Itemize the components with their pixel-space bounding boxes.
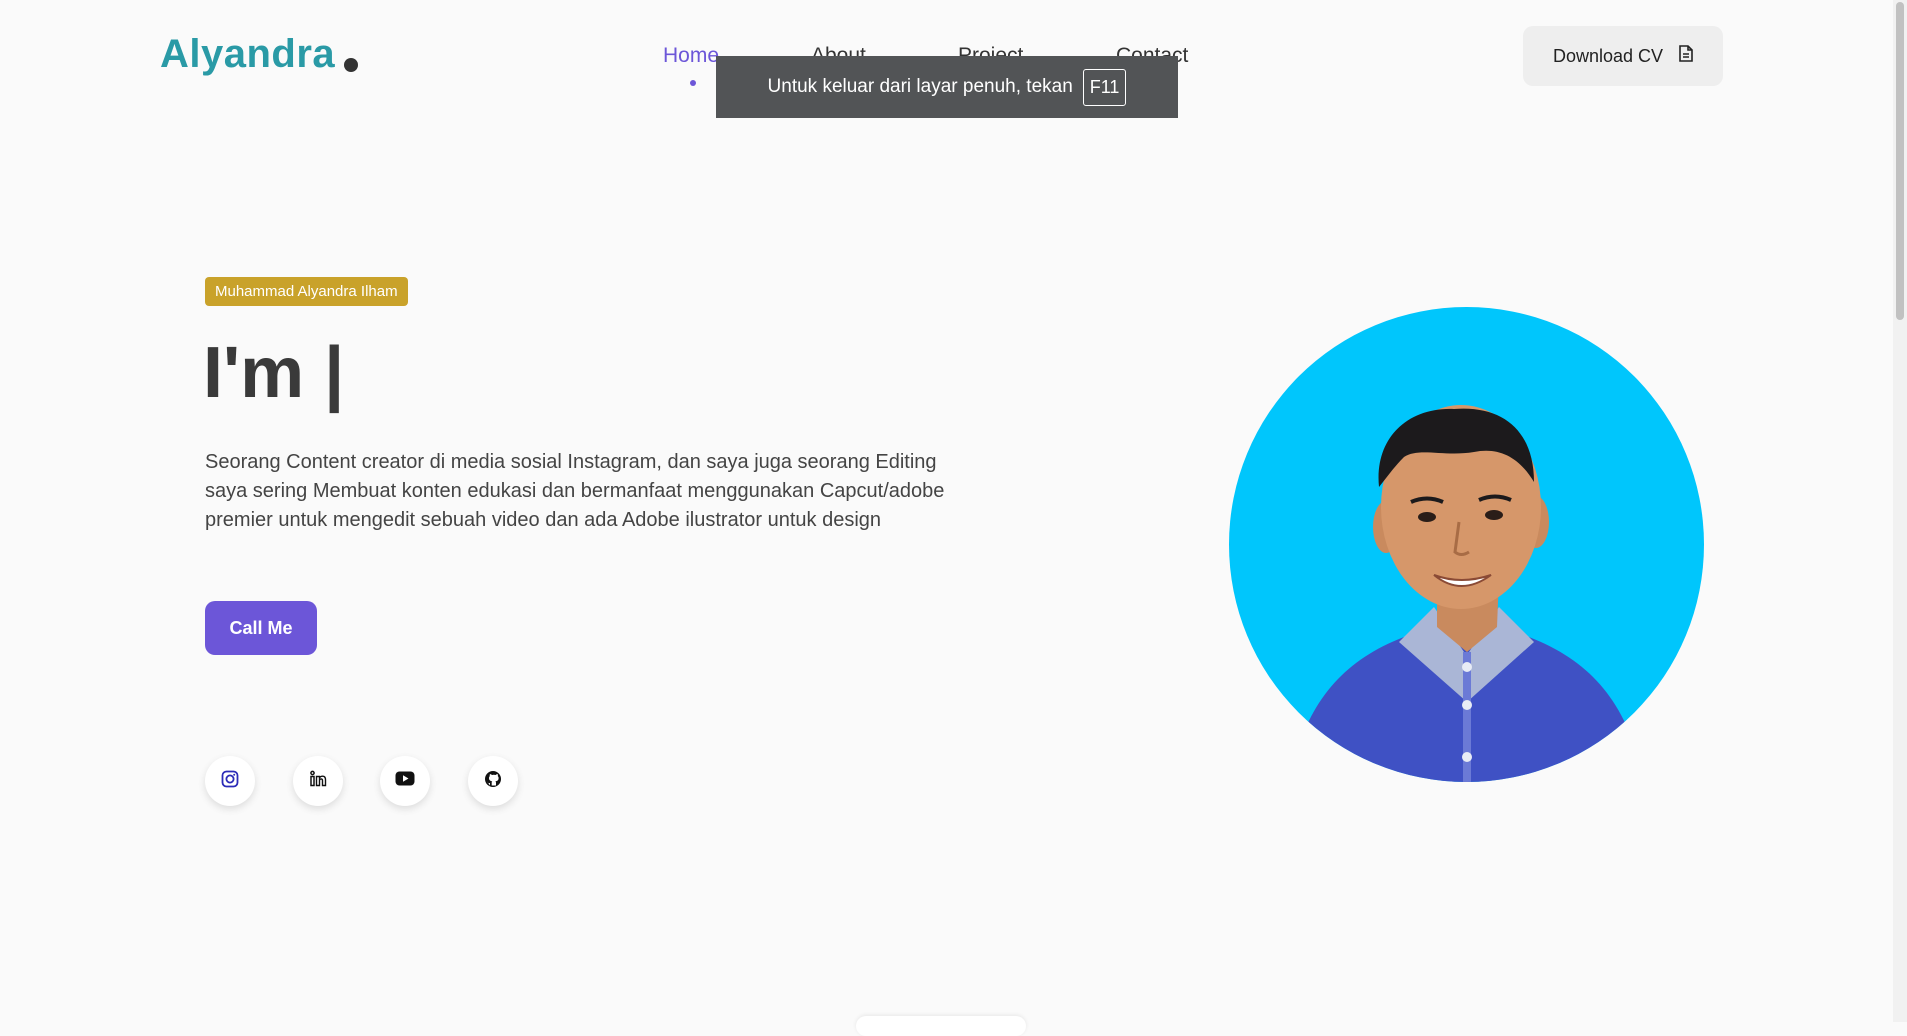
scroll-down-hint — [856, 1016, 1026, 1036]
hero-bio: Seorang Content creator di media sosial … — [205, 451, 945, 531]
youtube-icon — [395, 771, 415, 791]
file-icon — [1679, 45, 1693, 67]
download-cv-label: Download CV — [1552, 45, 1664, 66]
scrollbar-thumb[interactable] — [1896, 2, 1904, 320]
hero-headline: I'm | — [203, 333, 345, 413]
fullscreen-key: F11 — [1082, 68, 1127, 106]
linkedin-link[interactable] — [293, 756, 343, 806]
name-badge: Muhammad Alyandra Ilham — [205, 277, 408, 306]
page-scrollbar[interactable] — [1893, 0, 1907, 1022]
site-logo[interactable]: Alyandra — [160, 32, 335, 77]
call-me-button[interactable]: Call Me — [205, 601, 317, 655]
instagram-icon — [221, 770, 239, 793]
instagram-link[interactable] — [205, 756, 255, 806]
nav-home[interactable]: Home — [663, 44, 719, 68]
fullscreen-notice-text: Untuk keluar dari layar penuh, tekan — [767, 76, 1073, 97]
github-icon — [484, 770, 502, 793]
linkedin-icon — [309, 770, 327, 793]
github-link[interactable] — [468, 756, 518, 806]
logo-dot — [344, 58, 358, 72]
profile-photo — [1229, 307, 1704, 782]
download-cv-button[interactable]: Download CV — [1523, 26, 1723, 86]
nav-active-indicator — [690, 80, 696, 86]
fullscreen-notice: Untuk keluar dari layar penuh, tekan F11 — [716, 56, 1178, 118]
youtube-link[interactable] — [380, 756, 430, 806]
